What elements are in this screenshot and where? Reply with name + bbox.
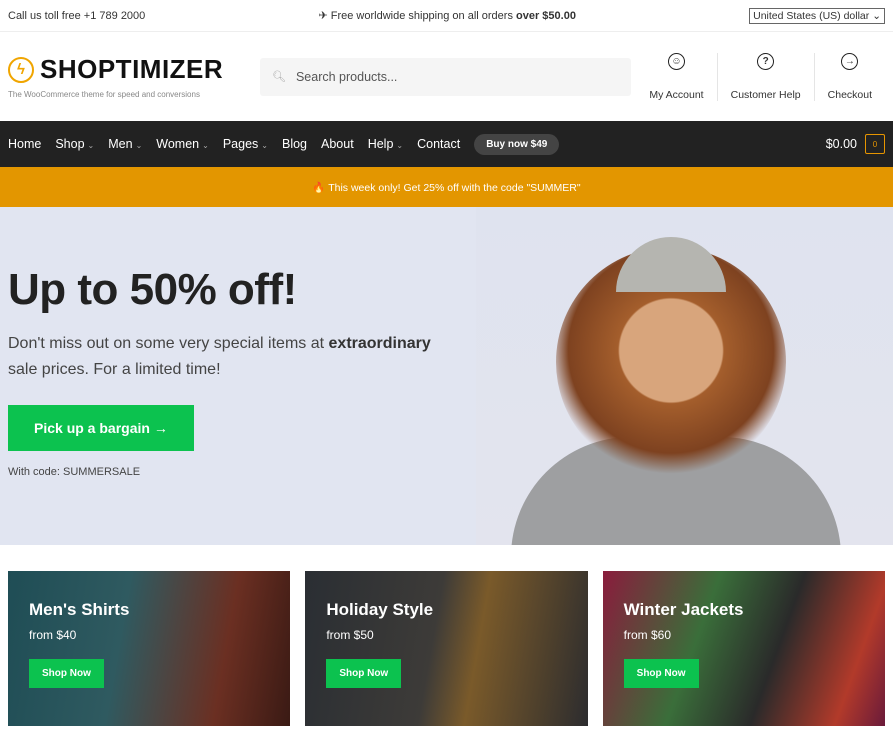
- nav-home[interactable]: Home: [8, 137, 41, 151]
- search-icon: 🔍︎: [272, 71, 286, 83]
- currency-value: United States (US) dollar: [753, 9, 870, 22]
- link-label: Customer Help: [730, 88, 801, 101]
- pick-up-bargain-button[interactable]: Pick up a bargain →: [8, 405, 194, 451]
- chevron-down-icon: ⌄: [87, 141, 95, 150]
- promo-banner: 🔥 This week only! Get 25% off with the c…: [0, 167, 893, 207]
- nav-label: Men: [108, 137, 133, 151]
- chevron-down-icon: ⌄: [872, 9, 881, 22]
- help-icon: ?: [757, 52, 775, 70]
- nav-label: Women: [156, 137, 200, 151]
- category-card-mens-shirts[interactable]: Men's Shirts from $40 Shop Now: [8, 571, 291, 726]
- hero-image: [476, 207, 893, 545]
- nav-help[interactable]: Help ⌄: [368, 137, 403, 151]
- category-title: Men's Shirts: [29, 600, 130, 619]
- nav-contact[interactable]: Contact: [417, 137, 460, 151]
- logo[interactable]: ϟ SHOPTIMIZER The WooCommerce theme for s…: [8, 54, 248, 99]
- category-price: from $50: [326, 628, 374, 642]
- shop-now-button[interactable]: Shop Now: [623, 659, 699, 688]
- hero-text-1: Don't miss out on some very special item…: [8, 335, 329, 352]
- cart-total: $0.00: [825, 137, 857, 151]
- chevron-down-icon: ⌄: [202, 141, 209, 150]
- category-cards: Men's Shirts from $40 Shop Now Holiday S…: [0, 545, 893, 726]
- category-title: Winter Jackets: [623, 600, 744, 619]
- hero-title: Up to 50% off!: [8, 265, 297, 314]
- shipping-prefix: ✈ Free worldwide shipping on all orders: [318, 10, 517, 22]
- search-input[interactable]: 🔍︎ Search products...: [260, 57, 631, 96]
- hero-text-2: sale prices. For a limited time!: [8, 361, 221, 378]
- shop-now-button[interactable]: Shop Now: [326, 659, 402, 688]
- my-account-link[interactable]: ☺ My Account: [636, 52, 716, 101]
- currency-select[interactable]: United States (US) dollar ⌄: [749, 7, 885, 24]
- shop-now-button[interactable]: Shop Now: [29, 659, 104, 688]
- nav-pages[interactable]: Pages ⌄: [223, 137, 268, 151]
- user-icon: ☺: [667, 52, 685, 70]
- search-placeholder: Search products...: [295, 69, 398, 84]
- category-card-holiday-style[interactable]: Holiday Style from $50 Shop Now: [305, 571, 588, 726]
- link-label: Checkout: [827, 88, 872, 101]
- category-price: from $60: [623, 628, 672, 642]
- phone-text: Call us toll free +1 789 2000: [8, 9, 146, 22]
- cart-count: 0: [872, 139, 878, 149]
- bolt-icon: ϟ: [8, 56, 34, 83]
- chevron-down-icon: ⌄: [135, 141, 143, 150]
- hero-code: With code: SUMMERSALE: [8, 466, 141, 478]
- category-card-winter-jackets[interactable]: Winter Jackets from $60 Shop Now: [602, 571, 885, 726]
- chevron-down-icon: ⌄: [261, 141, 268, 150]
- shopping-bag-icon: 0: [865, 134, 885, 154]
- nav-men[interactable]: Men ⌄: [108, 137, 142, 151]
- hero-banner: Up to 50% off! Don't miss out on some ve…: [0, 207, 893, 545]
- nav-blog[interactable]: Blog: [282, 137, 307, 151]
- category-title: Holiday Style: [326, 600, 434, 619]
- nav-label: Help: [367, 137, 394, 151]
- arrow-right-icon: →: [841, 52, 859, 70]
- customer-help-link[interactable]: ? Customer Help: [716, 52, 814, 101]
- logo-text: SHOPTIMIZER: [40, 54, 224, 84]
- nav-label: Pages: [222, 137, 259, 151]
- main-nav: Home Shop ⌄ Men ⌄ Women ⌄ Pages ⌄ Blog About…: [0, 121, 893, 167]
- hero-text-bold: extraordinary: [328, 335, 431, 352]
- top-bar: Call us toll free +1 789 2000 ✈ Free wor…: [0, 0, 893, 32]
- nav-label: Shop: [55, 137, 85, 151]
- shipping-bold: over $50.00: [516, 10, 576, 22]
- nav-women[interactable]: Women ⌄: [156, 137, 209, 151]
- link-label: My Account: [649, 88, 704, 101]
- cart-button[interactable]: $0.00 0: [826, 134, 885, 154]
- chevron-down-icon: ⌄: [396, 141, 404, 150]
- buy-now-button[interactable]: Buy now $49: [474, 133, 560, 155]
- nav-about[interactable]: About: [321, 137, 354, 151]
- shipping-text: ✈ Free worldwide shipping on all orders …: [318, 9, 575, 22]
- nav-shop[interactable]: Shop ⌄: [55, 137, 94, 151]
- checkout-link[interactable]: → Checkout: [813, 52, 885, 101]
- hero-text: Don't miss out on some very special item…: [8, 331, 458, 383]
- header: ϟ SHOPTIMIZER The WooCommerce theme for s…: [0, 32, 893, 121]
- tagline: The WooCommerce theme for speed and conv…: [8, 90, 200, 99]
- category-price: from $40: [29, 628, 77, 642]
